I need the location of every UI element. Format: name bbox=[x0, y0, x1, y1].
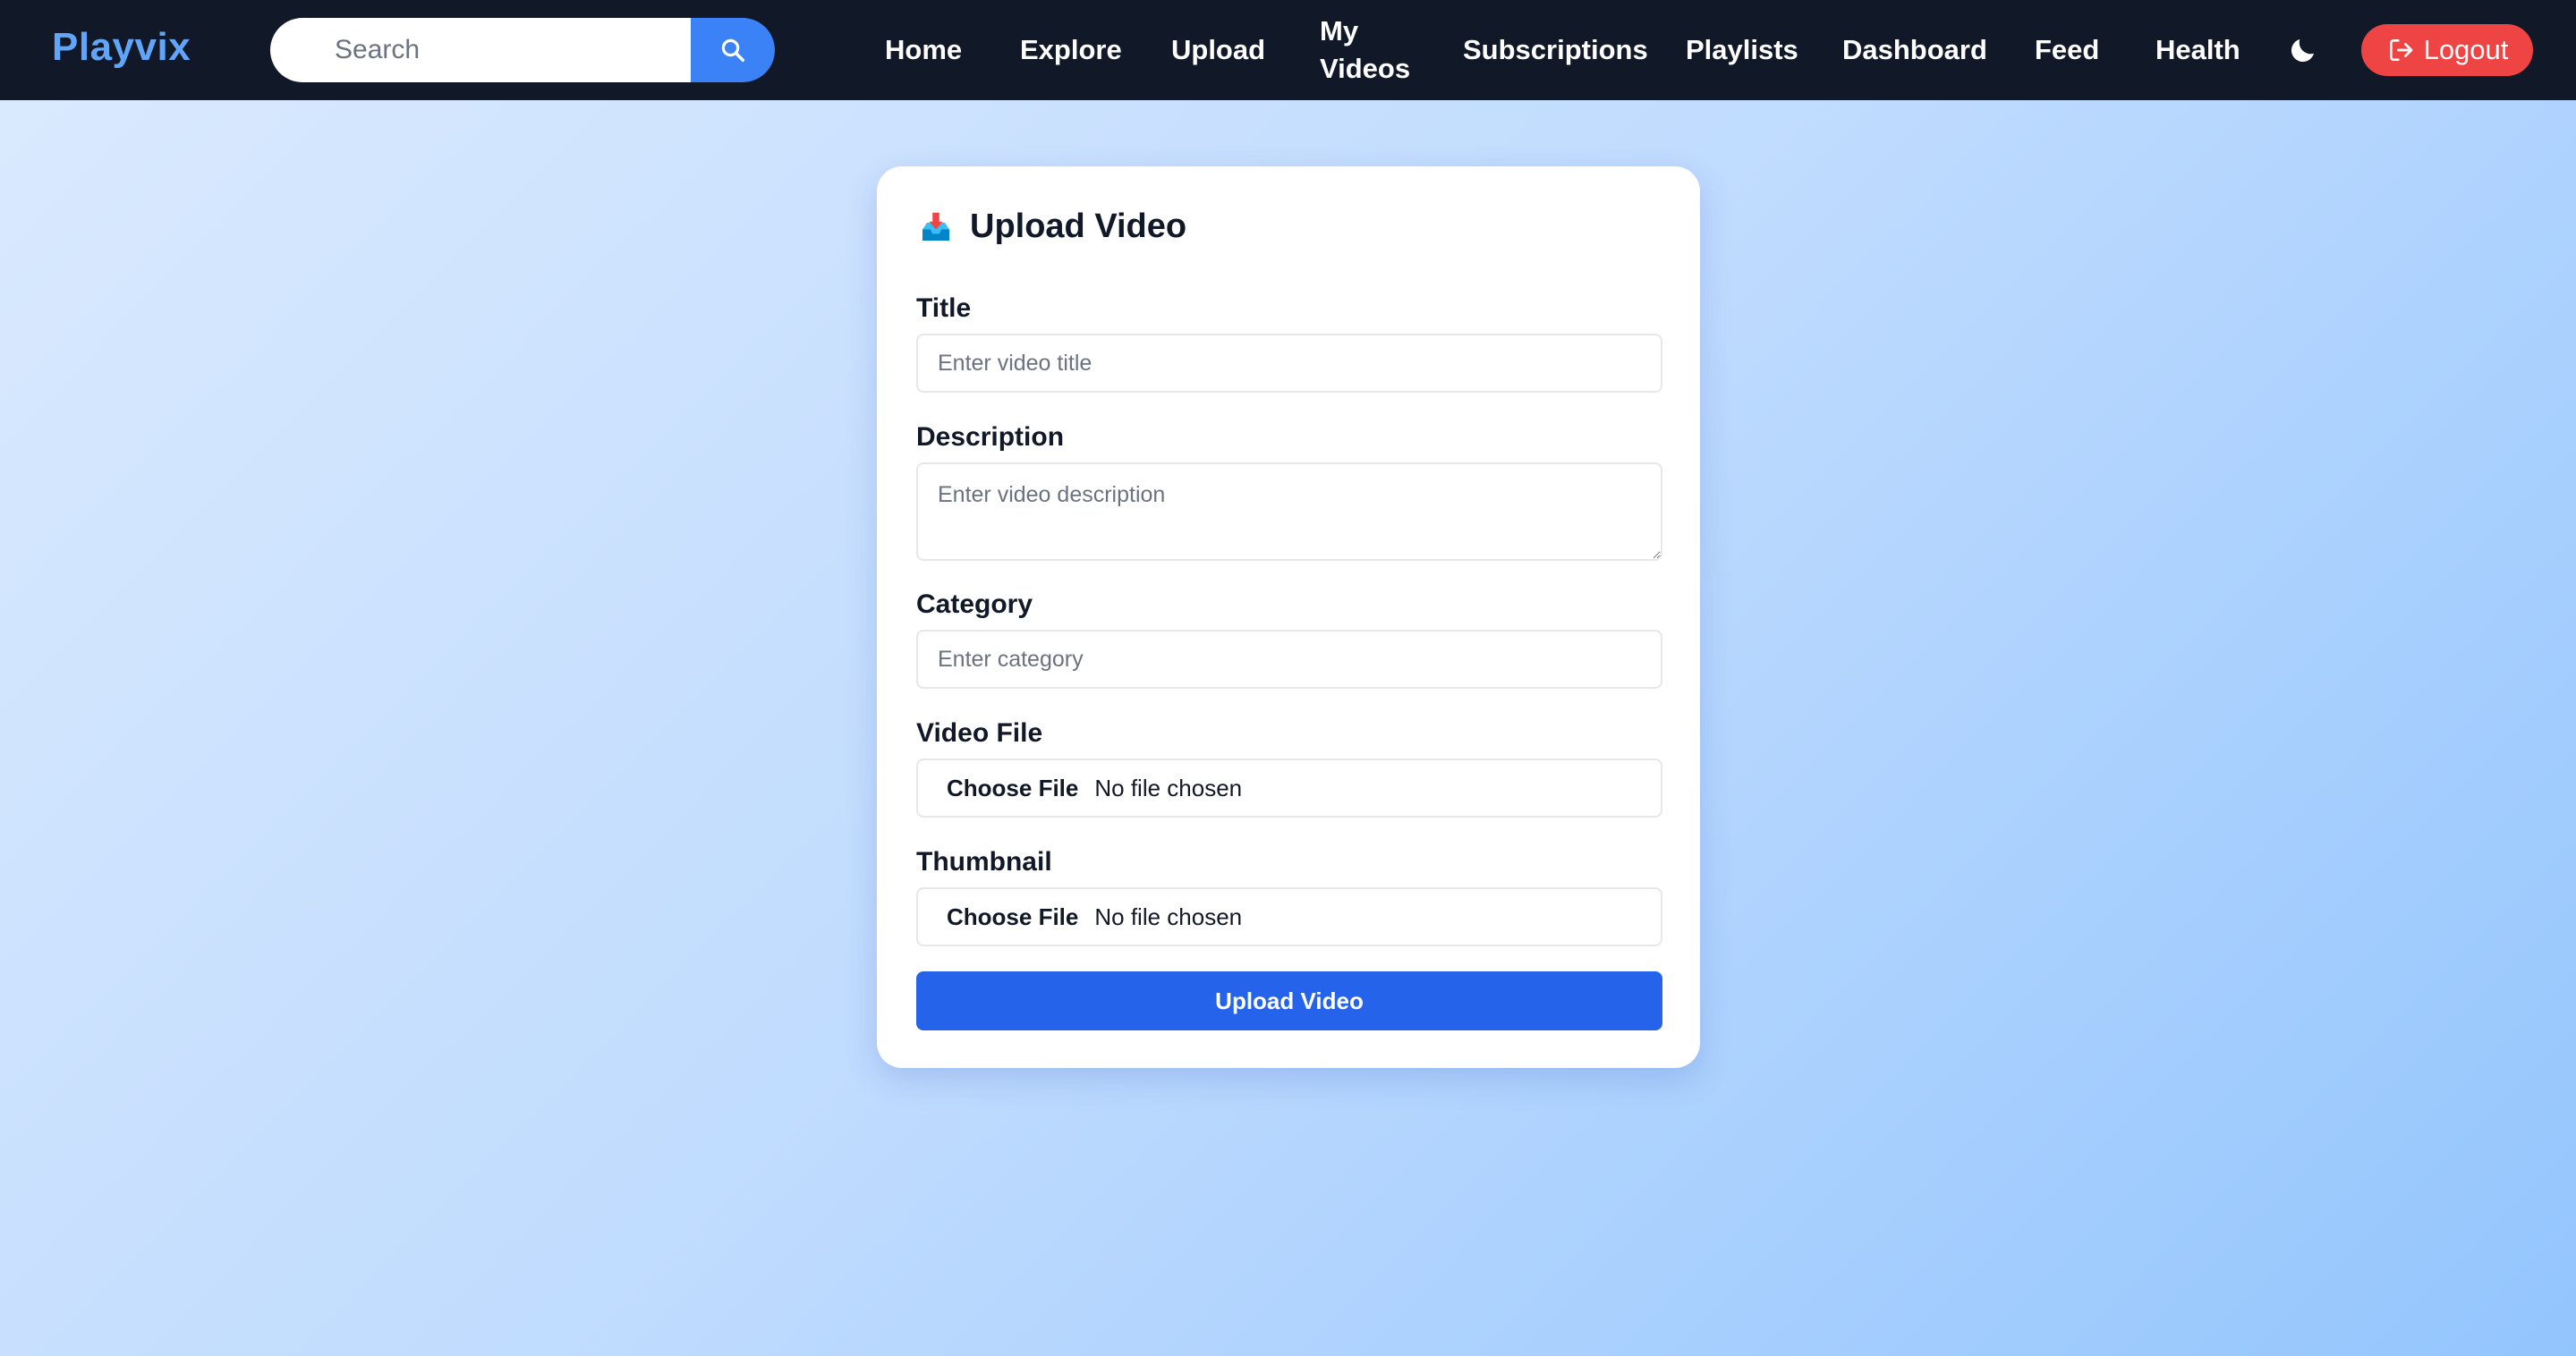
nav-home[interactable]: Home bbox=[885, 31, 962, 69]
nav-subscriptions[interactable]: Subscriptions bbox=[1463, 31, 1648, 69]
category-label: Category bbox=[916, 589, 1033, 619]
video-file-label: Video File bbox=[916, 718, 1043, 748]
dark-mode-toggle[interactable] bbox=[2287, 34, 2319, 66]
upload-video-button[interactable]: Upload Video bbox=[916, 971, 1662, 1030]
nav-explore[interactable]: Explore bbox=[1020, 31, 1122, 69]
nav-my-videos[interactable]: My Videos bbox=[1320, 13, 1411, 88]
category-input[interactable] bbox=[916, 630, 1662, 689]
thumbnail-file-input[interactable]: Choose File No file chosen bbox=[916, 887, 1662, 946]
top-navbar: Playvix Home Explore Upload My Videos Su… bbox=[0, 0, 2576, 100]
description-textarea[interactable] bbox=[916, 462, 1662, 561]
thumbnail-choose-file-button[interactable]: Choose File bbox=[947, 903, 1078, 931]
video-file-input[interactable]: Choose File No file chosen bbox=[916, 759, 1662, 818]
upload-card: Upload Video Title Description Category … bbox=[877, 166, 1700, 1068]
logout-button[interactable]: Logout bbox=[2361, 24, 2533, 76]
nav-upload[interactable]: Upload bbox=[1171, 31, 1265, 69]
nav-health[interactable]: Health bbox=[2155, 31, 2240, 69]
nav-feed[interactable]: Feed bbox=[2035, 31, 2099, 69]
video-file-status: No file chosen bbox=[1094, 774, 1243, 801]
nav-my-videos-line1: My bbox=[1320, 15, 1359, 47]
title-input[interactable] bbox=[916, 334, 1662, 393]
title-label: Title bbox=[916, 293, 972, 323]
thumbnail-file-status: No file chosen bbox=[1094, 903, 1243, 930]
moon-icon bbox=[2291, 39, 2314, 63]
nav-playlists[interactable]: Playlists bbox=[1686, 31, 1798, 69]
page-title: Upload Video bbox=[970, 208, 1187, 245]
nav-my-videos-line2: Videos bbox=[1320, 53, 1411, 84]
logout-icon bbox=[2389, 39, 2412, 61]
logout-label: Logout bbox=[2423, 34, 2509, 65]
card-header: Upload Video bbox=[918, 208, 1186, 246]
nav-dashboard[interactable]: Dashboard bbox=[1842, 31, 1987, 69]
inbox-tray-icon bbox=[922, 212, 949, 241]
thumbnail-label: Thumbnail bbox=[916, 847, 1052, 877]
nav-links: Home Explore Upload My Videos Subscripti… bbox=[0, 0, 2576, 100]
video-choose-file-button[interactable]: Choose File bbox=[947, 775, 1078, 802]
description-label: Description bbox=[916, 422, 1065, 452]
